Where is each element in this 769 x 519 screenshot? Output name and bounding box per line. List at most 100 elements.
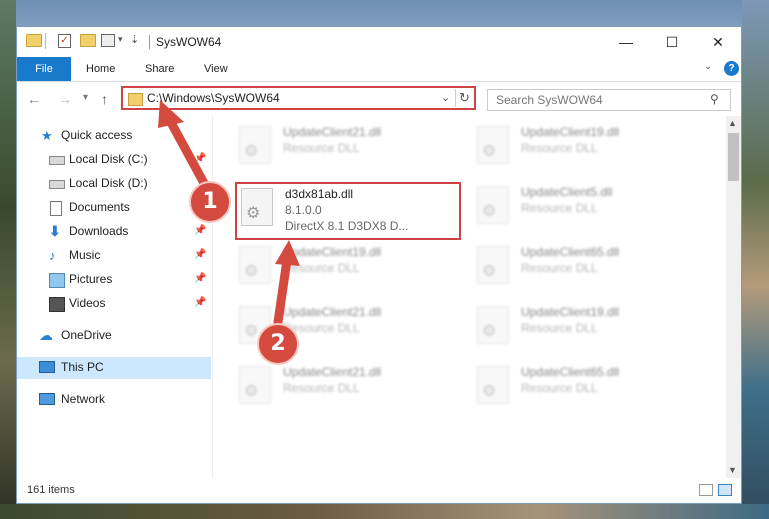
sidebar-item-local-disk-d[interactable]: Local Disk (D:) <box>17 173 211 195</box>
file-item[interactable]: ⚙ UpdateClient65.dll Resource DLL <box>471 360 701 414</box>
search-input[interactable]: Search SysWOW64 <box>496 93 603 107</box>
file-item-d3dx81ab[interactable]: ⚙ d3dx81ab.dll 8.1.0.0 DirectX 8.1 D3DX8… <box>235 182 461 240</box>
star-icon: ★ <box>41 128 53 143</box>
tab-share[interactable]: Share <box>145 57 174 81</box>
sidebar-item-label: Music <box>69 248 101 262</box>
gear-icon: ⚙ <box>482 203 497 220</box>
minimize-button[interactable]: — <box>603 27 649 57</box>
computer-icon <box>39 361 55 373</box>
file-name: UpdateClient19.dll <box>283 245 382 259</box>
sidebar-item-music[interactable]: ♪ Music 📌 <box>17 245 211 267</box>
maximize-button[interactable]: ☐ <box>649 27 695 57</box>
gear-icon: ⚙ <box>244 323 259 340</box>
tab-view[interactable]: View <box>204 57 228 81</box>
sidebar-item-downloads[interactable]: ⬇ Downloads 📌 <box>17 221 211 243</box>
quick-access-menu-icon[interactable]: ⇣ <box>130 33 139 46</box>
dll-file-icon: ⚙ <box>239 246 271 284</box>
item-count: 161 items <box>27 484 75 496</box>
file-item[interactable]: ⚙ UpdateClient21.dll Resource DLL <box>233 360 463 414</box>
search-box[interactable]: Search SysWOW64 ⚲ <box>487 89 731 111</box>
scroll-down-icon[interactable]: ▼ <box>728 465 737 475</box>
status-bar: 161 items <box>17 478 741 503</box>
music-icon: ♪ <box>49 248 56 263</box>
recent-locations-icon[interactable]: ▾ <box>83 92 88 103</box>
new-folder-icon[interactable] <box>80 34 96 47</box>
file-type: Resource DLL <box>521 201 598 215</box>
address-dropdown-icon[interactable]: ⌄ <box>441 91 450 104</box>
folder-icon[interactable] <box>26 34 42 47</box>
address-folder-icon <box>128 93 143 106</box>
close-button[interactable]: ✕ <box>695 27 741 57</box>
scrollbar-thumb[interactable] <box>728 133 739 181</box>
gear-icon: ⚙ <box>482 383 497 400</box>
sidebar-item-network[interactable]: Network <box>17 389 211 411</box>
desktop-background-bottom <box>0 504 769 519</box>
file-name: d3dx81ab.dll <box>285 187 354 201</box>
file-type: Resource DLL <box>283 141 360 155</box>
help-icon[interactable]: ? <box>724 61 739 76</box>
sidebar-item-label: Network <box>61 392 106 406</box>
dll-file-icon: ⚙ <box>239 126 271 164</box>
refresh-icon[interactable]: ↻ <box>459 90 470 106</box>
file-name: UpdateClient65.dll <box>521 365 620 379</box>
file-item[interactable]: ⚙ UpdateClient19.dll Resource DLL <box>471 300 701 354</box>
documents-icon <box>50 201 62 216</box>
gear-icon: ⚙ <box>244 143 259 160</box>
sidebar-item-this-pc[interactable]: This PC <box>17 357 211 379</box>
step-1-badge: 1 <box>189 181 231 223</box>
sidebar-item-label: Quick access <box>61 128 133 142</box>
up-arrow-icon[interactable]: ↑ <box>101 91 108 107</box>
forward-arrow-icon[interactable]: → <box>58 91 72 107</box>
sidebar-item-label: Documents <box>69 200 130 214</box>
gear-icon: ⚙ <box>246 205 261 222</box>
file-name: UpdateClient5.dll <box>521 185 613 199</box>
network-icon <box>39 393 55 405</box>
dll-file-icon: ⚙ <box>477 126 509 164</box>
customize-icon[interactable] <box>101 34 115 47</box>
sidebar-item-label: Downloads <box>69 224 129 238</box>
tab-file[interactable]: File <box>17 57 71 81</box>
properties-check-icon[interactable]: ✓ <box>58 34 71 48</box>
gear-icon: ⚙ <box>244 263 259 280</box>
file-item[interactable]: ⚙ UpdateClient19.dll Resource DLL <box>471 120 701 174</box>
dll-file-icon: ⚙ <box>477 246 509 284</box>
file-item[interactable]: ⚙ UpdateClient5.dll Resource DLL <box>471 180 701 234</box>
pin-icon: 📌 <box>194 273 207 284</box>
address-bar[interactable]: C:\Windows\SysWOW64 ⌄ ↻ <box>121 86 476 110</box>
quick-access-dropdown-icon[interactable]: ▾ <box>118 34 123 45</box>
file-item[interactable]: ⚙ UpdateClient21.dll Resource DLL <box>233 120 463 174</box>
expand-ribbon-icon[interactable]: ⌄ <box>704 61 712 72</box>
details-view-icon[interactable] <box>699 484 713 496</box>
sidebar-item-documents[interactable]: Documents 📌 <box>17 197 211 219</box>
pin-icon: 📌 <box>194 249 207 260</box>
pin-icon: 📌 <box>194 225 207 236</box>
dll-file-icon: ⚙ <box>239 366 271 404</box>
address-separator <box>455 89 456 107</box>
sidebar-item-local-disk-c[interactable]: Local Disk (C:) 📌 <box>17 149 211 171</box>
sidebar-item-quick-access[interactable]: ★ Quick access <box>17 125 211 147</box>
address-path[interactable]: C:\Windows\SysWOW64 <box>147 91 280 105</box>
search-icon[interactable]: ⚲ <box>710 92 719 106</box>
scroll-up-icon[interactable]: ▲ <box>728 118 737 128</box>
cloud-icon: ☁ <box>39 327 53 343</box>
file-explorer-window: ✓ ▾ ⇣ SysWOW64 — ☐ ✕ File Home Share Vie… <box>16 26 742 504</box>
dll-file-icon: ⚙ <box>477 186 509 224</box>
sidebar-item-label: Pictures <box>69 272 113 286</box>
back-arrow-icon[interactable]: ← <box>27 91 41 107</box>
sidebar-item-label: Local Disk (C:) <box>69 152 148 166</box>
file-item[interactable]: ⚙ UpdateClient19.dll Resource DLL <box>233 240 463 294</box>
file-name: UpdateClient21.dll <box>283 365 382 379</box>
sidebar-item-videos[interactable]: Videos 📌 <box>17 293 211 315</box>
file-name: UpdateClient19.dll <box>521 305 620 319</box>
desktop-background-left <box>0 0 16 519</box>
sidebar-item-label: This PC <box>61 360 104 374</box>
file-type: Resource DLL <box>521 141 598 155</box>
sidebar-item-onedrive[interactable]: ☁ OneDrive <box>17 325 211 347</box>
tab-home[interactable]: Home <box>86 57 115 81</box>
vertical-scrollbar[interactable]: ▲ ▼ <box>726 116 741 478</box>
file-item[interactable]: ⚙ UpdateClient65.dll Resource DLL <box>471 240 701 294</box>
large-icons-view-icon[interactable] <box>718 484 732 496</box>
sidebar-item-pictures[interactable]: Pictures 📌 <box>17 269 211 291</box>
file-name: UpdateClient65.dll <box>521 245 620 259</box>
file-type: Resource DLL <box>521 381 598 395</box>
